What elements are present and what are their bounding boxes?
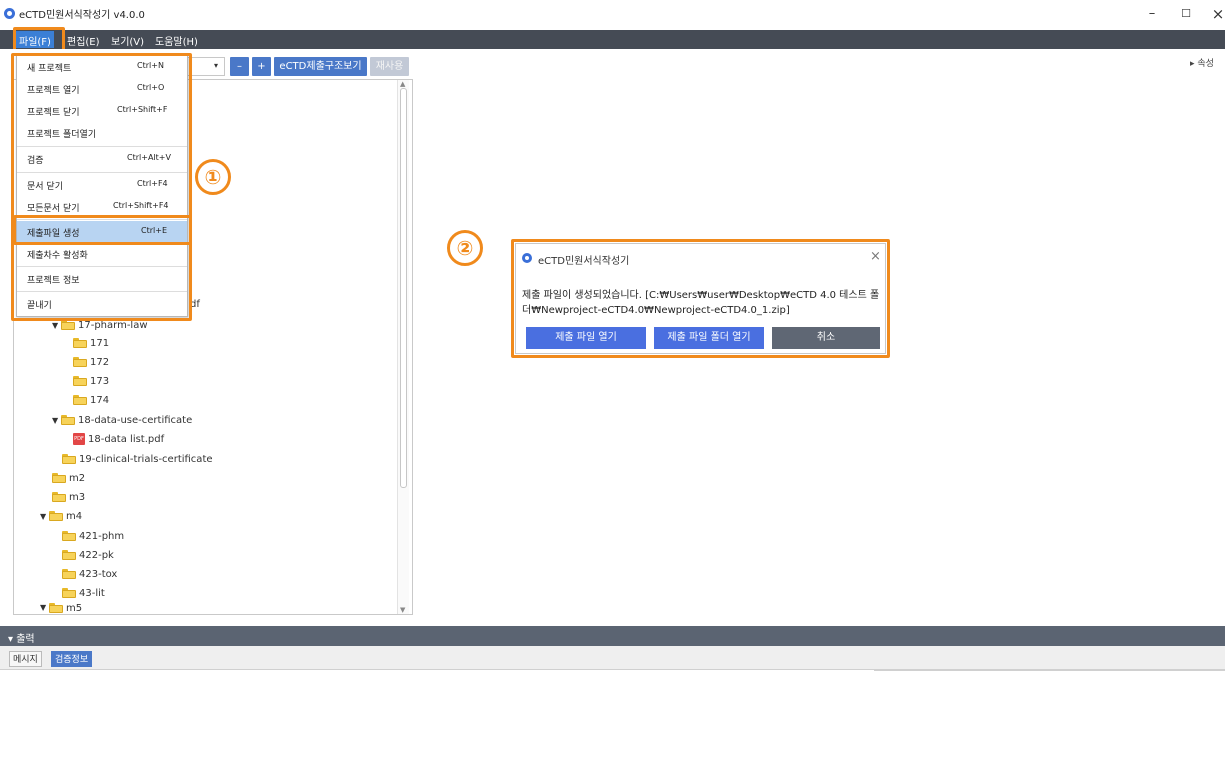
caret-down-icon[interactable]: ▼ [52,321,61,330]
dialog-message: 제출 파일이 생성되었습니다. [C:₩Users₩user₩Desktop₩e… [522,290,880,316]
open-submission-file-button[interactable]: 제출 파일 열기 [526,327,646,349]
tree-item-label: m5 [66,603,83,614]
tree-item-label: m4 [66,510,83,522]
tree-item[interactable]: m3 [52,488,85,506]
tree-item[interactable]: 421-phm [62,527,124,545]
tree-item[interactable]: 173 [73,372,109,390]
window-title: eCTD민원서식작성기 v4.0.0 [19,10,145,21]
caret-down-icon[interactable]: ▼ [40,512,49,521]
tree-item[interactable]: 174 [73,391,109,409]
folder-icon [62,550,76,560]
submission-created-dialog: eCTD민원서식작성기 × 제출 파일이 생성되었습니다. [C:₩Users₩… [515,243,886,354]
caret-down-icon[interactable]: ▼ [40,603,49,612]
tree-item-label: 19-clinical-trials-certificate [79,453,213,465]
folder-icon [73,395,87,405]
app-logo-icon [522,253,532,263]
tab-messages[interactable]: 메시지 [9,651,42,667]
tree-item[interactable]: ▼ 18-data-use-certificate [52,411,192,429]
dialog-title: eCTD민원서식작성기 [538,256,630,267]
tree-item[interactable]: 19-clinical-trials-certificate [62,450,213,468]
folder-icon [73,357,87,367]
tree-item-label: 421-phm [79,530,125,542]
folder-icon [49,603,63,613]
maximize-button[interactable]: ☐ [1176,4,1196,24]
tree-item-label: 18-data list.pdf [88,433,165,445]
folder-icon [73,376,87,386]
tree-item-label: 172 [90,356,110,368]
create-submission-highlight-box [13,215,192,245]
folder-icon [62,588,76,598]
folder-icon [62,569,76,579]
tree-item[interactable]: ▼ m4 [40,507,82,525]
tree-item[interactable]: PDF 18-data list.pdf [73,430,164,448]
cancel-button[interactable]: 취소 [772,327,880,349]
tree-item[interactable]: 171 [73,334,109,352]
reuse-button[interactable]: 재사용 [370,57,409,76]
scroll-up-icon[interactable]: ▲ [400,80,405,88]
chevron-down-icon: ▾ [213,61,218,70]
properties-panel-tab[interactable]: ▸ 속성 [1190,56,1214,69]
folder-icon [49,511,63,521]
tree-item[interactable]: 422-pk [62,546,114,564]
menu-edit[interactable]: 편집(E) [67,33,100,48]
menu-bar: 파일(F) 편집(E) 보기(V) 도움말(H) [0,30,1225,49]
scroll-thumb[interactable] [400,88,407,488]
divider [874,670,1225,671]
tree-item-label: 423-tox [79,568,118,580]
close-icon[interactable]: × [870,249,881,264]
structure-view-button[interactable]: eCTD제출구조보기 [274,57,367,76]
scroll-down-icon[interactable]: ▼ [400,606,405,614]
tree-item-label: 17-pharm-law [78,319,148,331]
tree-item[interactable]: 172 [73,353,109,371]
tree-item-label: 171 [90,337,110,349]
tree-item-label: m3 [69,491,86,503]
collapse-button[interactable]: – [230,57,249,76]
output-panel-header[interactable]: ▾ 출력 [0,626,1225,646]
app-logo-icon [4,8,15,19]
tree-scrollbar[interactable]: ▲ ▼ [397,80,409,614]
minimize-button[interactable]: – [1142,4,1162,24]
tree-item-label: 422-pk [79,549,114,561]
folder-icon [62,454,76,464]
folder-icon [61,320,75,330]
tree-item-label: 43-lit [79,587,105,599]
menu-view[interactable]: 보기(V) [111,33,144,48]
tree-item-label: m2 [69,472,86,484]
tree-item-label: 173 [90,375,110,387]
file-menu-highlight-box [11,53,192,321]
pdf-file-icon: PDF [73,433,85,445]
folder-icon [52,492,66,502]
folder-icon [61,415,75,425]
tab-validation-info[interactable]: 검증정보 [51,651,93,667]
folder-icon [62,531,76,541]
step-1-badge: ① [195,159,231,195]
expand-button[interactable]: + [252,57,271,76]
caret-down-icon[interactable]: ▼ [52,416,61,425]
output-panel-title: ▾ 출력 [8,634,35,645]
tree-item-label: 18-data-use-certificate [78,414,193,426]
tree-item-label: 174 [90,394,110,406]
folder-icon [52,473,66,483]
tree-item[interactable]: 43-lit [62,584,105,602]
tree-item[interactable]: m2 [52,469,85,487]
open-submission-folder-button[interactable]: 제출 파일 폴더 열기 [654,327,764,349]
tree-item[interactable]: 423-tox [62,565,117,583]
step-2-badge: ② [447,230,483,266]
output-tabs: 메시지 검증정보 [0,646,1225,670]
title-bar: eCTD민원서식작성기 v4.0.0 – ☐ × [0,0,1225,30]
folder-icon [73,338,87,348]
close-window-button[interactable]: × [1208,4,1225,24]
tree-item[interactable]: ▼ m5 [40,603,82,614]
menu-help[interactable]: 도움말(H) [155,33,198,48]
